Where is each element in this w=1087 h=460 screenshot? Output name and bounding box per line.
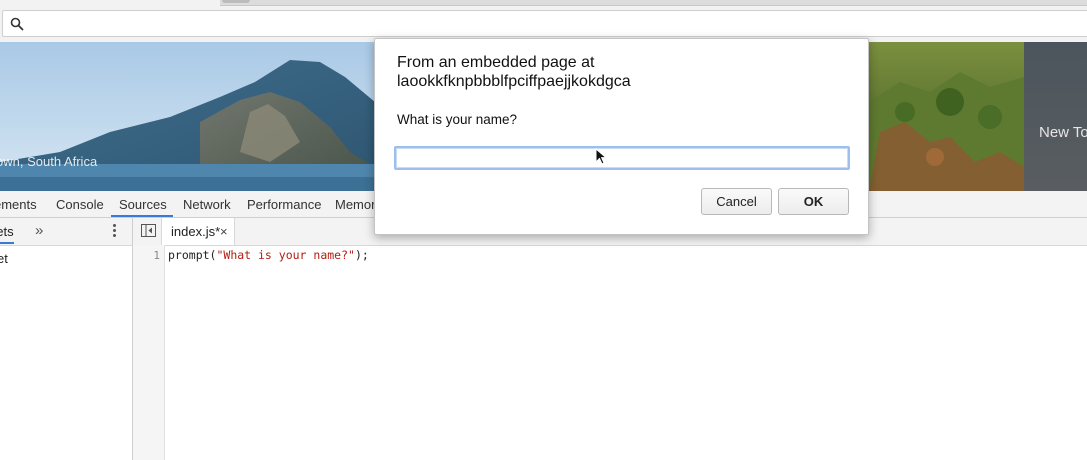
prompt-input[interactable] [394,146,850,170]
mouse-pointer-icon [595,148,607,165]
chevron-double-right-icon[interactable]: » [35,222,43,239]
code-line[interactable]: prompt("What is your name?"); [168,248,369,262]
toggle-navigator-icon[interactable] [141,224,156,237]
cancel-button[interactable]: Cancel [701,188,772,215]
kebab-menu-icon[interactable] [112,223,118,239]
tab-elements[interactable]: ements [0,197,37,212]
tab-snippets[interactable]: pets [0,224,14,244]
ok-button[interactable]: OK [778,188,849,215]
line-number-gutter: 1 [133,245,165,460]
navigator-pane: pets » et [0,218,133,460]
dialog-title: From an embedded page at laookkfknpbbblf… [397,53,847,91]
omnibox[interactable] [2,10,1087,37]
dialog-title-line: From an embedded page at [397,54,595,71]
active-tab-indicator [111,215,173,217]
prompt-dialog: From an embedded page at laookkfknpbbblf… [374,38,869,235]
code-text: ); [354,248,369,262]
tab-network[interactable]: Network [183,197,231,212]
tab-performance[interactable]: Performance [247,197,321,212]
omnibox-input[interactable] [27,13,1031,35]
tab-strip-edge [220,0,1087,6]
tab-sources[interactable]: Sources [119,197,167,212]
new-tab-overlay [1024,42,1087,191]
file-tab-name[interactable]: index.js* [171,224,220,239]
tab-strip-handle [222,0,250,3]
snippet-list-item[interactable]: et [0,251,8,266]
file-tab[interactable]: index.js* × [161,218,235,245]
dialog-message: What is your name? [397,112,518,127]
code-text: prompt( [168,248,217,262]
dialog-origin: laookkfknpbbblfpciffpaejjkokdgca [397,73,631,90]
navigator-header: pets » [0,218,132,246]
code-string: "What is your name?" [216,248,355,262]
line-number: 1 [153,249,160,262]
close-icon[interactable]: × [220,224,228,239]
tab-console[interactable]: Console [56,197,104,212]
image-caption: own, South Africa [0,154,98,169]
search-icon [10,17,24,31]
new-tab-overlay-text[interactable]: New To [1039,124,1087,141]
browser-toolbar [0,0,1087,42]
